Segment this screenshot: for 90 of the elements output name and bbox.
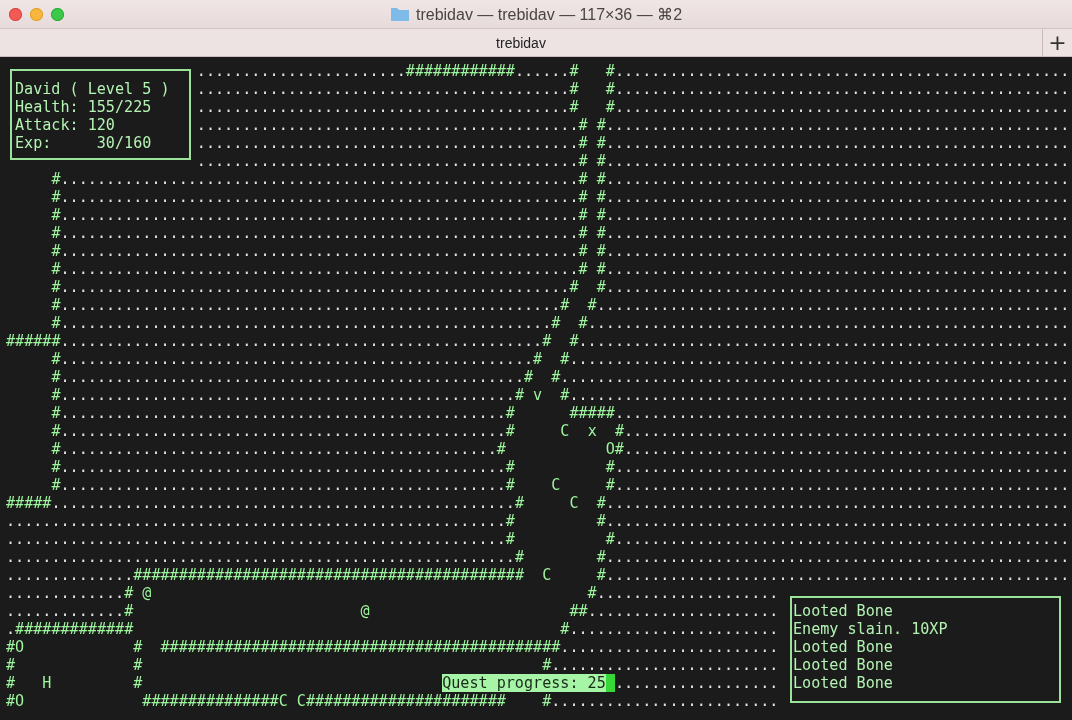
map-tiles: C: [542, 566, 552, 584]
map-tiles: #..................................................: [605, 62, 1070, 80]
map-tiles: #: [6, 656, 16, 674]
map-tiles: #: [133, 656, 143, 674]
map-tiles: #....................: [587, 584, 779, 602]
map-tiles: #.......................................................#: [51, 296, 570, 314]
map-tiles: #.........................................................# #...................................................: [51, 188, 1070, 206]
map-tiles: ###############C C######################: [142, 692, 506, 710]
map-tiles: #..................................................: [605, 458, 1070, 476]
map-tiles: .........................................#: [196, 98, 579, 116]
map-tiles: #.....................................................: [578, 314, 1070, 332]
map-tiles: O#.................................................: [605, 440, 1070, 458]
map-tiles: #..................................................: [605, 476, 1070, 494]
log-line: Looted Bone: [793, 638, 893, 656]
map-tiles: ........................................................#: [6, 548, 524, 566]
map-tiles: #.........................................................# #...................................................: [51, 206, 1070, 224]
map-tiles: C: [569, 494, 579, 512]
map-tiles: @: [360, 602, 370, 620]
map-tiles: #.........................................................# #...................................................: [51, 260, 1070, 278]
map-tiles: ..................: [614, 674, 779, 692]
log-line: Enemy slain. 10XP: [793, 620, 948, 638]
map-tiles: .......................############......#: [196, 62, 579, 80]
folder-icon: [389, 6, 410, 22]
map-tiles: #####...................................................#: [6, 494, 524, 512]
map-tiles: .......................................................#: [6, 512, 515, 530]
map-tiles: #......................................................: [569, 332, 1070, 350]
map-tiles: #O: [6, 692, 25, 710]
map-tiles: #.................................................#: [51, 404, 515, 422]
close-button[interactable]: [9, 7, 22, 21]
map-tiles: #..................................................: [605, 80, 1070, 98]
window-title: trebidav — trebidav — 117×36 — ⌘2: [415, 4, 683, 24]
map-tiles: C: [551, 476, 561, 494]
map-tiles: ##.....................: [569, 602, 779, 620]
map-tiles: #....................................................: [587, 296, 1070, 314]
log-line: Looted Bone: [793, 674, 893, 692]
map-tiles: #####..................................................: [569, 404, 1070, 422]
stat-line: David ( Level 5 ): [15, 80, 170, 98]
map-tiles: #.........................................................# #...................................................: [51, 170, 1070, 188]
map-tiles: # H: [6, 674, 52, 692]
map-tiles: .............# @: [6, 584, 152, 602]
map-tiles: #...................................................#: [51, 368, 534, 386]
map-tiles: #.........................................................# #...................................................: [51, 224, 1070, 242]
map-tiles: #.......................................................: [560, 386, 1070, 404]
cursor-block: [605, 674, 615, 692]
map-tiles: #O: [6, 638, 25, 656]
map-tiles: ..........................................# #...................................................: [196, 134, 1070, 152]
stat-line: Health: 155/225: [15, 98, 152, 116]
map-tiles: #...................................................: [596, 566, 1070, 584]
map-tiles: #.................................................#: [51, 422, 515, 440]
map-tiles: x: [587, 422, 597, 440]
terminal-tab[interactable]: trebidav: [0, 29, 1042, 56]
new-tab-button[interactable]: +: [1042, 29, 1072, 56]
log-line: Looted Bone: [793, 656, 893, 674]
log-line: Looted Bone: [793, 602, 893, 620]
map-tiles: ..............###########################################: [6, 566, 524, 584]
map-tiles: C: [560, 422, 570, 440]
map-tiles: #...................................................: [596, 494, 1070, 512]
map-tiles: .......................................................#: [6, 530, 515, 548]
map-tiles: #...................................................: [596, 278, 1070, 296]
map-tiles: #.................................................#: [51, 476, 515, 494]
map-tiles: #........................................................: [551, 368, 1070, 386]
map-tiles: .........................................#: [196, 80, 579, 98]
map-tiles: .............#: [6, 602, 134, 620]
stat-line: Exp: 30/160: [15, 134, 152, 152]
maximize-button[interactable]: [51, 7, 64, 21]
minimize-button[interactable]: [30, 7, 43, 21]
map-tiles: #.........................................................# #...................................................: [51, 242, 1070, 260]
map-tiles: #.................................................: [614, 422, 1070, 440]
map-tiles: #..................................................: [605, 98, 1070, 116]
map-tiles: #...................................................: [596, 512, 1070, 530]
map-tiles: #.......................................................: [560, 350, 1070, 368]
map-tiles: ######.....................................................#: [6, 332, 552, 350]
map-tiles: ..........................................# #...................................................: [196, 116, 1070, 134]
map-tiles: #.......................: [560, 620, 779, 638]
map-tiles: #......................................................#: [51, 314, 561, 332]
map-tiles: ..........................................# #...................................................: [196, 152, 1070, 170]
map-tiles: #..................................................: [605, 530, 1070, 548]
map-tiles: #....................................................#: [51, 350, 543, 368]
map-tiles: ############################################........................: [160, 638, 779, 656]
map-tiles: #: [133, 638, 143, 656]
map-tiles: #: [133, 674, 143, 692]
map-tiles: #................................................#: [51, 440, 506, 458]
map-tiles: #...................................................: [596, 548, 1070, 566]
map-tiles: #..................................................# v: [51, 386, 543, 404]
map-tiles: #........................................................#: [51, 278, 579, 296]
stat-line: Attack: 120: [15, 116, 115, 134]
map-tiles: #.................................................#: [51, 458, 515, 476]
map-tiles: #.........................: [542, 692, 779, 710]
map-tiles: .#############: [6, 620, 134, 638]
map-tiles: #.........................: [542, 656, 779, 674]
